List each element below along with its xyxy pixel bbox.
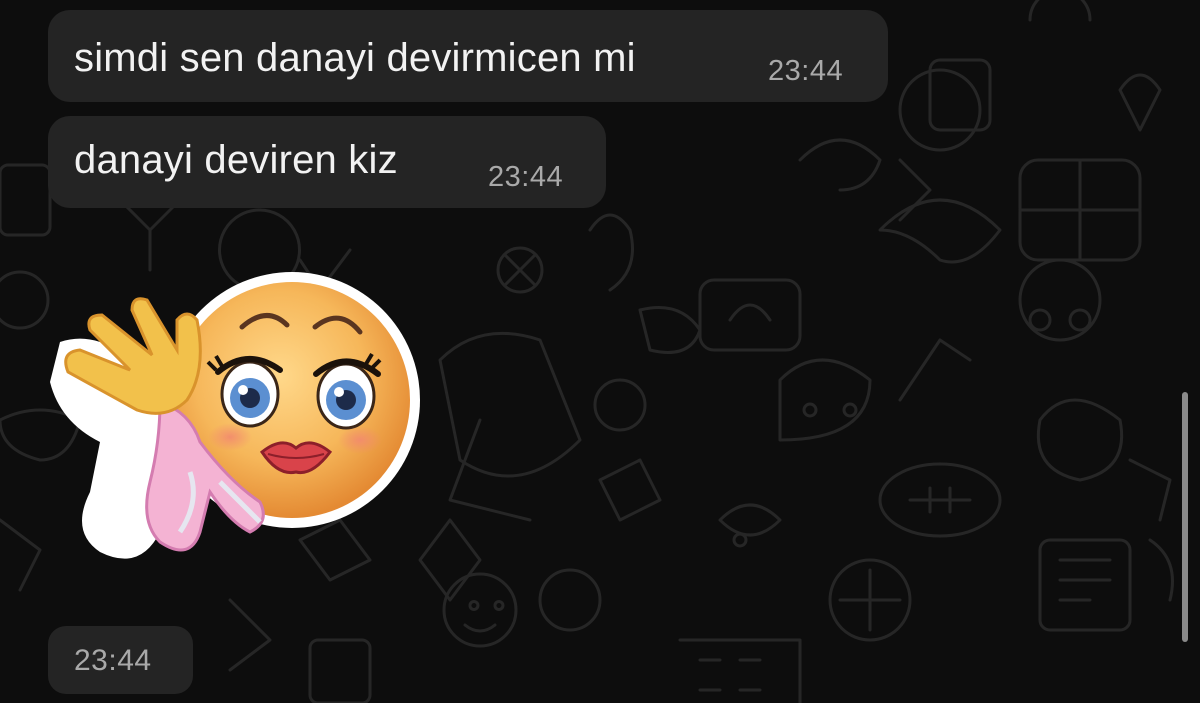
message-bubble[interactable]: simdi sen danayi devirmicen mi 23:44 xyxy=(48,10,888,102)
message-timestamp: 23:44 xyxy=(768,55,844,87)
sticker-timestamp-bubble: 23:44 xyxy=(48,626,193,694)
chat-view: simdi sen danayi devirmicen mi 23:44 dan… xyxy=(0,0,1200,703)
message-text: danayi deviren kiz xyxy=(74,138,398,182)
message-bubble[interactable]: danayi deviren kiz 23:44 xyxy=(48,116,606,208)
flirty-smiley-sticker-icon[interactable] xyxy=(50,272,430,572)
message-timestamp: 23:44 xyxy=(488,161,564,193)
scrollbar[interactable] xyxy=(1182,392,1188,642)
message-timestamp: 23:44 xyxy=(74,644,152,677)
message-text: simdi sen danayi devirmicen mi xyxy=(74,36,636,80)
